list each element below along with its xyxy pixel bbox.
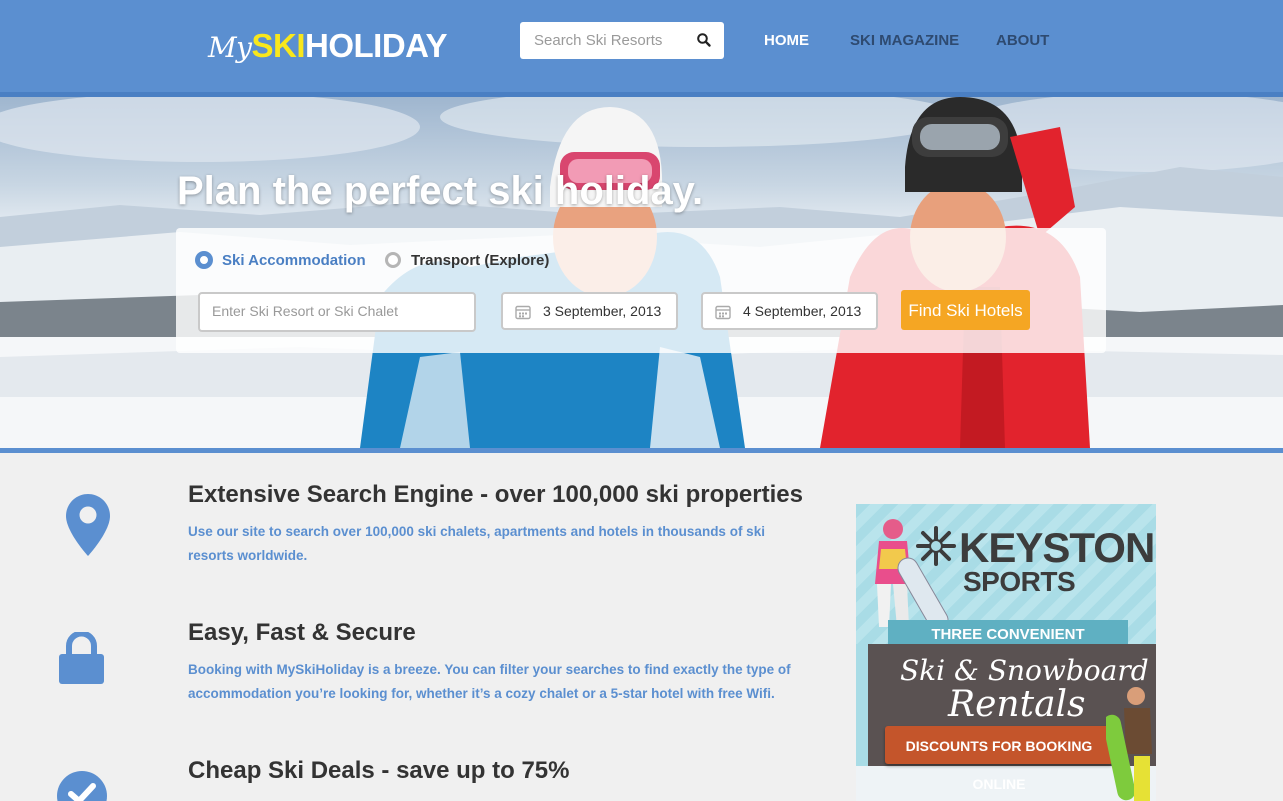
feature-desc-secure: Booking with MySkiHoliday is a breeze. Y… bbox=[188, 662, 791, 701]
ad-rentals-line1: Ski & Snowboard bbox=[900, 654, 1149, 687]
resort-search-box bbox=[520, 22, 724, 59]
calendar-icon[interactable] bbox=[515, 304, 531, 320]
hero-banner: Plan the perfect ski holiday. Ski Accomm… bbox=[0, 97, 1283, 448]
checkout-date-value: 4 September, 2013 bbox=[743, 303, 862, 319]
resort-input[interactable] bbox=[200, 294, 474, 328]
feature-title-deals: Cheap Ski Deals - save up to 75% bbox=[188, 757, 570, 784]
radio-selected-icon[interactable] bbox=[196, 252, 212, 268]
option-transport[interactable]: Transport (Explore) bbox=[385, 250, 549, 272]
check-icon bbox=[57, 771, 107, 801]
lock-icon bbox=[59, 632, 104, 684]
ad-rentals-line2: Rentals bbox=[948, 684, 1086, 725]
checkin-date-value: 3 September, 2013 bbox=[543, 303, 662, 319]
nav-about[interactable]: ABOUT bbox=[996, 30, 1049, 52]
ad-snowboard-image bbox=[1106, 687, 1152, 801]
feature-title-search: Extensive Search Engine - over 100,000 s… bbox=[188, 481, 803, 508]
site-logo[interactable]: MySKIHOLIDAY bbox=[208, 26, 447, 66]
calendar-icon[interactable] bbox=[715, 304, 731, 320]
hero-divider bbox=[0, 448, 1283, 453]
option-ski-accommodation[interactable]: Ski Accommodation bbox=[196, 250, 366, 272]
ad-discount-button[interactable]: DISCOUNTS FOR BOOKING ONLINE bbox=[885, 726, 1113, 792]
nav-home[interactable]: HOME bbox=[764, 30, 809, 52]
site-header: MySKIHOLIDAY HOME SKI MAGAZINE ABOUT bbox=[0, 0, 1283, 97]
keystone-sports-ad[interactable]: KEYSTONE SPORTS THREE CONVENIENT LOCATIO… bbox=[856, 504, 1156, 801]
ad-brand-line1: KEYSTONE bbox=[959, 524, 1156, 571]
search-input[interactable] bbox=[520, 22, 690, 59]
radio-unselected-icon[interactable] bbox=[385, 252, 401, 268]
resort-field bbox=[198, 292, 476, 332]
checkin-date-field[interactable]: 3 September, 2013 bbox=[501, 292, 678, 330]
checkout-date-field[interactable]: 4 September, 2013 bbox=[701, 292, 878, 330]
feature-desc-search: Use our site to search over 100,000 ski … bbox=[188, 524, 765, 563]
map-pin-icon bbox=[66, 494, 110, 556]
find-ski-hotels-button[interactable]: Find Ski Hotels bbox=[901, 290, 1030, 330]
hero-title: Plan the perfect ski holiday. bbox=[177, 169, 704, 213]
search-icon[interactable] bbox=[696, 32, 712, 48]
feature-title-secure: Easy, Fast & Secure bbox=[188, 619, 416, 646]
ad-brand-line2: SPORTS bbox=[963, 566, 1076, 597]
search-panel: Ski Accommodation Transport (Explore) 3 … bbox=[176, 228, 1106, 353]
nav-ski-magazine[interactable]: SKI MAGAZINE bbox=[850, 30, 959, 52]
